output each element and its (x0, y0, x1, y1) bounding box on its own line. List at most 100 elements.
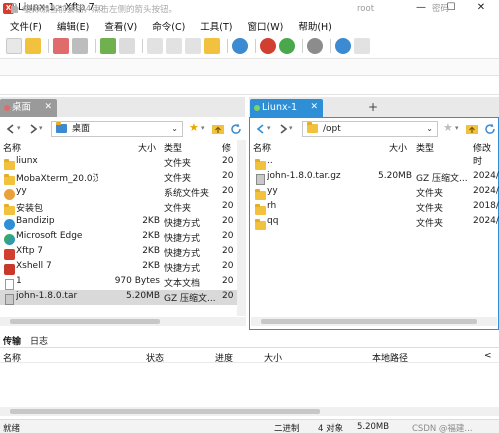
chevron-down-icon[interactable]: ⌄ (426, 122, 433, 136)
add-tab-icon[interactable]: + (366, 100, 380, 114)
new-folder-icon[interactable] (204, 38, 220, 54)
file-row[interactable]: Xshell 7 2KB 快捷方式 20 (0, 260, 237, 275)
menu-edit[interactable]: 编辑(E) (57, 19, 89, 33)
file-row[interactable]: Microsoft Edge 2KB 快捷方式 20 (0, 230, 237, 245)
new-session-icon[interactable] (6, 38, 22, 54)
star-icon[interactable]: ★ (443, 121, 453, 134)
file-row[interactable]: 安装包 文件夹 20 (0, 200, 237, 215)
back-icon[interactable] (4, 122, 18, 136)
scroll-thumb[interactable] (10, 409, 320, 414)
file-row[interactable]: Xftp 7 2KB 快捷方式 20 (0, 245, 237, 260)
forward-icon[interactable] (26, 122, 40, 136)
up-folder-icon[interactable] (465, 122, 479, 136)
column-name[interactable]: 名称 (253, 141, 271, 154)
arrow-right-icon[interactable] (10, 4, 19, 13)
file-row[interactable]: yy 文件夹 2024/5/ (251, 185, 499, 200)
file-row[interactable]: john-1.8.0.tar 5.20MB GZ 压缩文... 20 (0, 290, 237, 305)
back-icon[interactable] (254, 122, 268, 136)
open-folder-icon[interactable] (25, 38, 41, 54)
column-type[interactable]: 类型 (164, 141, 182, 154)
file-row[interactable]: 1 970 Bytes 文本文档 20 (0, 275, 237, 290)
file-name: Xshell 7 (16, 261, 52, 271)
folder-icon (307, 122, 318, 133)
tab-desktop[interactable]: 桌面 ✕ (0, 99, 58, 117)
username-input[interactable]: root (357, 3, 417, 15)
column-size[interactable]: 大小 (138, 141, 156, 154)
file-name: qq (267, 216, 279, 226)
column-name[interactable]: 名称 (3, 141, 21, 154)
file-row[interactable]: qq 文件夹 2024/5/ (251, 215, 499, 230)
refresh-icon[interactable] (229, 122, 243, 136)
left-vertical-scrollbar[interactable] (237, 140, 246, 316)
file-row[interactable]: rh 文件夹 2018/1 (251, 200, 499, 215)
toolbar-separator (227, 39, 228, 53)
scroll-thumb[interactable] (10, 319, 160, 324)
sync-icon[interactable] (100, 38, 116, 54)
xshell-launch-icon[interactable] (260, 38, 276, 54)
column-name[interactable]: 名称 (3, 351, 21, 364)
file-type: 文件夹 (416, 204, 444, 214)
back-dropdown-icon[interactable]: ▾ (267, 124, 271, 132)
file-row[interactable]: liunx 文件夹 20 (0, 155, 237, 170)
help-icon[interactable] (335, 38, 351, 54)
column-local-path[interactable]: 本地路径 (372, 351, 408, 364)
forward-icon[interactable] (276, 122, 290, 136)
column-size[interactable]: 大小 (264, 351, 282, 364)
bookmark-dropdown-icon[interactable]: ▾ (455, 124, 459, 132)
paste-icon[interactable] (166, 38, 182, 54)
file-row[interactable]: .. (251, 155, 497, 170)
info-text: 要添加当前会话，点击左侧的箭头按钮。 (24, 5, 178, 15)
file-name: john-1.8.0.tar (16, 291, 78, 301)
menu-window[interactable]: 窗口(W) (248, 19, 284, 33)
right-horizontal-scrollbar[interactable] (251, 317, 497, 326)
scroll-thumb[interactable] (261, 319, 477, 324)
gear-icon[interactable] (307, 38, 323, 54)
file-row[interactable]: yy 系统文件夹 20 (0, 185, 237, 200)
file-row[interactable]: MobaXterm_20.0汉化文件夹20 (0, 170, 237, 185)
transfer-tabs: 传输 日志 (0, 333, 499, 348)
xftp-launch-icon[interactable] (279, 38, 295, 54)
up-folder-icon[interactable] (211, 122, 225, 136)
refresh-icon[interactable] (483, 122, 497, 136)
file-name: .. (267, 156, 273, 166)
tab-liunx-1[interactable]: Liunx-1 ✕ (250, 99, 324, 117)
copy-icon[interactable] (147, 38, 163, 54)
menu-file[interactable]: 文件(F) (10, 19, 42, 33)
terminal-icon[interactable] (119, 38, 135, 54)
column-size[interactable]: 大小 (389, 141, 407, 154)
menu-command[interactable]: 命令(C) (152, 19, 185, 33)
menu-view[interactable]: 查看(V) (104, 19, 137, 33)
file-row[interactable]: Bandizip 2KB 快捷方式 20 (0, 215, 237, 230)
menu-help[interactable]: 帮助(H) (298, 19, 332, 33)
tab-transfer[interactable]: 传输 (3, 334, 21, 347)
reconnect-icon[interactable] (72, 38, 88, 54)
tab-log[interactable]: 日志 (30, 334, 48, 347)
right-path-input[interactable]: /opt ⌄ (302, 121, 438, 137)
disconnect-icon[interactable] (53, 38, 69, 54)
column-modified[interactable]: 修 (222, 141, 231, 154)
forward-dropdown-icon[interactable]: ▾ (289, 124, 293, 132)
file-row[interactable]: john-1.8.0.tar.gz 5.20MB GZ 压缩文... 2024/5/ (251, 170, 499, 185)
chat-icon[interactable] (354, 38, 370, 54)
file-size: 2KB (142, 261, 160, 271)
globe-icon[interactable] (232, 38, 248, 54)
column-status[interactable]: 状态 (146, 351, 164, 364)
desktop-icon (56, 122, 67, 133)
chevron-down-icon[interactable]: ⌄ (171, 122, 178, 136)
transfer-horizontal-scrollbar[interactable] (0, 407, 499, 416)
close-tab-icon[interactable]: ✕ (44, 99, 52, 116)
left-horizontal-scrollbar[interactable] (0, 317, 246, 326)
back-dropdown-icon[interactable]: ▾ (17, 124, 21, 132)
bookmark-dropdown-icon[interactable]: ▾ (201, 124, 205, 132)
text-file-icon (2, 277, 14, 290)
column-progress[interactable]: 进度 (215, 351, 233, 364)
new-file-icon[interactable] (185, 38, 201, 54)
password-input[interactable]: 密码 (432, 3, 492, 15)
star-icon[interactable]: ★ (189, 121, 199, 134)
left-path-input[interactable]: 桌面 ⌄ (51, 121, 183, 137)
file-name: yy (16, 186, 27, 196)
column-type[interactable]: 类型 (416, 141, 434, 154)
forward-dropdown-icon[interactable]: ▾ (39, 124, 43, 132)
close-tab-icon[interactable]: ✕ (311, 99, 319, 116)
menu-tools[interactable]: 工具(T) (200, 19, 232, 33)
